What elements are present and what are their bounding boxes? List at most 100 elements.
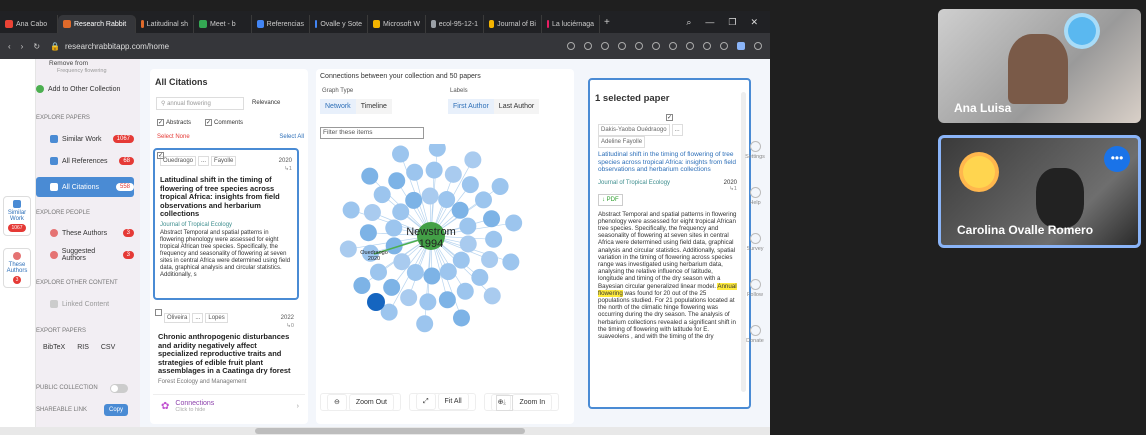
graph-node[interactable] (483, 287, 501, 305)
more-authors-chip[interactable]: ... (671, 124, 683, 136)
graph-node[interactable] (393, 253, 411, 271)
rail-these-authors[interactable]: These Authors 3 (3, 248, 31, 288)
sidebar-item-all-citations[interactable]: All Citations 558 (36, 177, 134, 197)
settings-tool[interactable]: Settings (740, 141, 770, 160)
graph-node[interactable] (502, 253, 520, 271)
citation-search-input[interactable]: ⚲ annual flowering (156, 97, 244, 110)
graph-node[interactable] (342, 201, 360, 219)
graph-node[interactable] (392, 203, 410, 221)
restore-icon[interactable]: ❐ (728, 17, 736, 28)
minimize-icon[interactable]: — (705, 17, 714, 28)
fit-all-button[interactable]: ⤢ Fit All (408, 393, 476, 411)
export-ris[interactable]: RIS (77, 344, 89, 351)
paper-checkbox[interactable]: ✓ (666, 114, 673, 121)
participant-tile-active[interactable]: ••• Carolina Ovalle Romero (938, 135, 1141, 248)
graph-node[interactable] (406, 263, 424, 281)
sidebar-item-these-authors[interactable]: These Authors 3 (36, 224, 134, 242)
extension-icon[interactable] (652, 42, 660, 50)
export-bibtex[interactable]: BibTeX (43, 344, 65, 351)
add-to-other-collection[interactable]: Add to Other Collection (36, 80, 134, 98)
graph-node[interactable] (483, 210, 501, 228)
extension-icon[interactable] (720, 42, 728, 50)
copy-link-button[interactable]: Copy (104, 404, 129, 416)
select-all-link[interactable]: Select All (279, 134, 304, 140)
extension-icon[interactable] (635, 42, 643, 50)
rail-similar-work[interactable]: Similar Work 1067 (3, 196, 31, 236)
graph-node[interactable] (369, 263, 387, 281)
scrollbar-thumb[interactable] (255, 428, 525, 434)
survey-tool[interactable]: Survey (740, 233, 770, 252)
network-graph[interactable]: Newstrom1994Ouedraogo2020 (316, 144, 574, 394)
follow-tool[interactable]: Follow (740, 279, 770, 298)
extension-icon[interactable] (567, 42, 575, 50)
zoom-out-button[interactable]: ⊖ Zoom Out (320, 393, 401, 411)
sort-dropdown[interactable]: Relevance (252, 100, 280, 106)
pdf-button[interactable]: ↓ PDF (598, 193, 623, 206)
timeline-tab[interactable]: Timeline (355, 99, 392, 114)
last-author-tab[interactable]: Last Author (493, 99, 540, 114)
abstracts-checkbox[interactable]: ✓ Abstracts (157, 119, 191, 126)
graph-node[interactable] (385, 219, 403, 237)
address-bar[interactable]: 🔒 researchrabbitapp.com/home (50, 42, 169, 51)
comments-checkbox[interactable]: ✓ Comments (205, 119, 243, 126)
search-tabs-icon[interactable]: ⌕ (686, 17, 691, 28)
graph-node[interactable] (459, 235, 477, 253)
zoom-in-button[interactable]: ⊕ Zoom In (483, 393, 560, 411)
graph-node[interactable] (363, 203, 381, 221)
bookmark-star-icon[interactable] (669, 42, 677, 50)
graph-node[interactable] (505, 214, 523, 232)
graph-node-highlighted[interactable] (367, 293, 385, 311)
extension-icon[interactable] (618, 42, 626, 50)
browser-tab[interactable]: Research Rabbit (58, 15, 136, 33)
browser-tab[interactable]: Microsoft W (368, 15, 426, 33)
paper-checkbox[interactable]: ✓ (157, 152, 164, 159)
select-none-link[interactable]: Select None (157, 134, 190, 140)
graph-node[interactable] (444, 165, 462, 183)
graph-node[interactable] (439, 263, 457, 281)
browser-tab[interactable]: Ovalle y Sote (310, 15, 368, 33)
graph-node[interactable] (428, 144, 446, 157)
network-tab[interactable]: Network (320, 99, 356, 114)
graph-node[interactable] (392, 145, 410, 163)
graph-node[interactable] (361, 167, 379, 185)
graph-node[interactable] (456, 282, 474, 300)
graph-node[interactable] (425, 161, 443, 179)
graph-node[interactable] (339, 240, 357, 258)
back-icon[interactable]: ‹ (8, 42, 11, 51)
graph-node[interactable] (373, 186, 391, 204)
graph-node[interactable] (452, 309, 470, 327)
graph-node[interactable] (400, 289, 418, 307)
connections-toggle[interactable]: ✿ Connections Click to hide › (153, 394, 305, 418)
browser-tab[interactable]: ecol-95-12-1 (426, 15, 484, 33)
extension-icon[interactable] (703, 42, 711, 50)
more-options-button[interactable]: ••• (1104, 146, 1130, 172)
download-icon[interactable]: ⤓ (496, 395, 514, 411)
author-chip[interactable]: Adeline Fayolle (598, 136, 646, 148)
graph-node[interactable] (475, 191, 493, 209)
extension-icon[interactable] (601, 42, 609, 50)
paper-checkbox[interactable] (155, 309, 162, 316)
browser-tab[interactable]: Journal of Bi (484, 15, 542, 33)
graph-node[interactable] (421, 187, 439, 205)
graph-node[interactable] (359, 224, 377, 242)
graph-node[interactable] (485, 230, 503, 248)
graph-node[interactable] (471, 268, 489, 286)
graph-node[interactable] (491, 177, 509, 195)
browser-tab[interactable]: Meet - b (194, 15, 252, 33)
graph-node[interactable] (419, 293, 437, 311)
graph-node[interactable] (452, 251, 470, 269)
close-icon[interactable]: ✕ (750, 17, 758, 28)
paper-card-selected[interactable]: ✓ Ouedraogo ... Fayolle 2020 ↳1 Latitudi… (153, 148, 299, 300)
menu-icon[interactable] (754, 42, 762, 50)
first-author-tab[interactable]: First Author (448, 99, 494, 114)
graph-node[interactable] (406, 163, 424, 181)
sidebar-item-similar-work[interactable]: Similar Work 1067 (36, 130, 134, 148)
participant-tile[interactable]: Ana Luisa (938, 9, 1141, 123)
extension-icon[interactable] (686, 42, 694, 50)
browser-tab[interactable]: La luciérnaga (542, 15, 600, 33)
profile-icon[interactable] (737, 42, 745, 50)
help-tool[interactable]: Help (740, 187, 770, 206)
extension-icon[interactable] (584, 42, 592, 50)
export-csv[interactable]: CSV (101, 344, 115, 351)
graph-node[interactable] (464, 151, 482, 169)
